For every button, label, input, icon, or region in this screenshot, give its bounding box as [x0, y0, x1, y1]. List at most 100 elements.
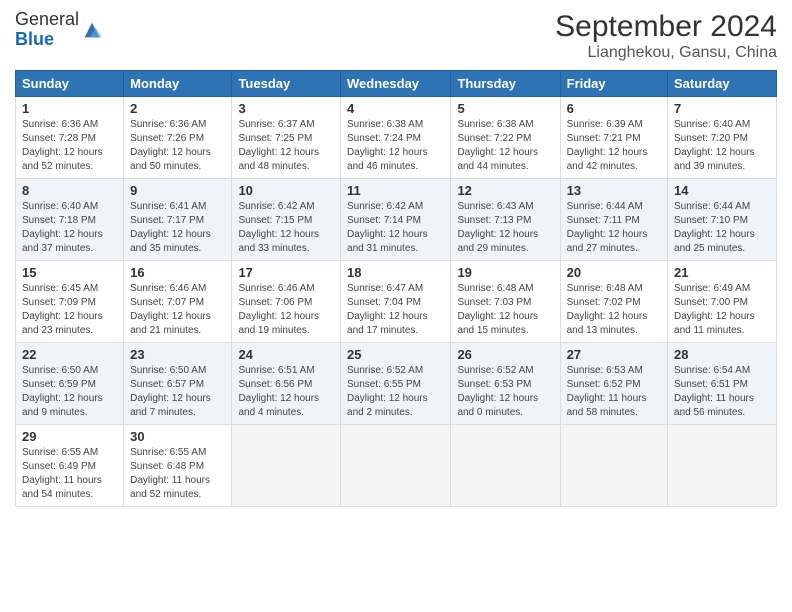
table-row: 10Sunrise: 6:42 AM Sunset: 7:15 PM Dayli…	[232, 179, 341, 261]
calendar-week-row: 1 Sunrise: 6:36 AM Sunset: 7:28 PM Daylig…	[16, 97, 777, 179]
logo-icon	[81, 19, 103, 41]
col-thursday: Thursday	[451, 71, 560, 97]
calendar-week-row: 8 Sunrise: 6:40 AM Sunset: 7:18 PM Daylig…	[16, 179, 777, 261]
col-tuesday: Tuesday	[232, 71, 341, 97]
day-info: Sunrise: 6:37 AM Sunset: 7:25 PM Dayligh…	[238, 118, 334, 174]
col-friday: Friday	[560, 71, 667, 97]
day-info: Sunrise: 6:40 AM Sunset: 7:18 PM Dayligh…	[22, 200, 117, 256]
day-number: 30	[130, 429, 225, 444]
day-info: Sunrise: 6:48 AM Sunset: 7:02 PM Dayligh…	[567, 282, 661, 338]
calendar: Sunday Monday Tuesday Wednesday Thursday…	[15, 70, 777, 507]
day-info: Sunrise: 6:46 AM Sunset: 7:07 PM Dayligh…	[130, 282, 225, 338]
day-number: 2	[130, 101, 225, 116]
day-number: 16	[130, 265, 225, 280]
day-number: 13	[567, 183, 661, 198]
day-info: Sunrise: 6:39 AM Sunset: 7:21 PM Dayligh…	[567, 118, 661, 174]
table-row: 12Sunrise: 6:43 AM Sunset: 7:13 PM Dayli…	[451, 179, 560, 261]
table-row: 27Sunrise: 6:53 AM Sunset: 6:52 PM Dayli…	[560, 343, 667, 425]
table-row: 25Sunrise: 6:52 AM Sunset: 6:55 PM Dayli…	[341, 343, 451, 425]
day-number: 22	[22, 347, 117, 362]
day-number: 21	[674, 265, 770, 280]
day-info: Sunrise: 6:45 AM Sunset: 7:09 PM Dayligh…	[22, 282, 117, 338]
day-number: 4	[347, 101, 444, 116]
day-info: Sunrise: 6:51 AM Sunset: 6:56 PM Dayligh…	[238, 364, 334, 420]
day-number: 18	[347, 265, 444, 280]
day-number: 29	[22, 429, 117, 444]
day-number: 19	[457, 265, 553, 280]
table-row: 21 Sunrise: 6:49 AM Sunset: 7:00 PM Dayli…	[668, 261, 777, 343]
table-row	[451, 425, 560, 507]
day-info: Sunrise: 6:55 AM Sunset: 6:48 PM Dayligh…	[130, 446, 225, 502]
day-info: Sunrise: 6:48 AM Sunset: 7:03 PM Dayligh…	[457, 282, 553, 338]
table-row: 22 Sunrise: 6:50 AM Sunset: 6:59 PM Dayli…	[16, 343, 124, 425]
day-info: Sunrise: 6:42 AM Sunset: 7:15 PM Dayligh…	[238, 200, 334, 256]
calendar-header-row: Sunday Monday Tuesday Wednesday Thursday…	[16, 71, 777, 97]
day-info: Sunrise: 6:43 AM Sunset: 7:13 PM Dayligh…	[457, 200, 553, 256]
day-number: 3	[238, 101, 334, 116]
table-row: 8 Sunrise: 6:40 AM Sunset: 7:18 PM Daylig…	[16, 179, 124, 261]
day-info: Sunrise: 6:47 AM Sunset: 7:04 PM Dayligh…	[347, 282, 444, 338]
day-number: 24	[238, 347, 334, 362]
col-sunday: Sunday	[16, 71, 124, 97]
col-saturday: Saturday	[668, 71, 777, 97]
table-row: 20 Sunrise: 6:48 AM Sunset: 7:02 PM Dayli…	[560, 261, 667, 343]
day-number: 7	[674, 101, 770, 116]
table-row: 11 Sunrise: 6:42 AM Sunset: 7:14 PM Dayli…	[341, 179, 451, 261]
month-year: September 2024	[555, 10, 777, 44]
title-section: September 2024 Lianghekou, Gansu, China	[555, 10, 777, 62]
calendar-week-row: 22 Sunrise: 6:50 AM Sunset: 6:59 PM Dayli…	[16, 343, 777, 425]
table-row: 14 Sunrise: 6:44 AM Sunset: 7:10 PM Dayli…	[668, 179, 777, 261]
table-row: 7Sunrise: 6:40 AM Sunset: 7:20 PM Daylig…	[668, 97, 777, 179]
col-monday: Monday	[124, 71, 232, 97]
main-container: General Blue September 2024 Lianghekou, …	[0, 0, 792, 517]
day-number: 11	[347, 183, 444, 198]
calendar-week-row: 29Sunrise: 6:55 AM Sunset: 6:49 PM Dayli…	[16, 425, 777, 507]
header: General Blue September 2024 Lianghekou, …	[15, 10, 777, 62]
calendar-week-row: 15 Sunrise: 6:45 AM Sunset: 7:09 PM Dayli…	[16, 261, 777, 343]
table-row: 15 Sunrise: 6:45 AM Sunset: 7:09 PM Dayli…	[16, 261, 124, 343]
table-row: 2 Sunrise: 6:36 AM Sunset: 7:26 PM Daylig…	[124, 97, 232, 179]
day-number: 28	[674, 347, 770, 362]
table-row: 16 Sunrise: 6:46 AM Sunset: 7:07 PM Dayli…	[124, 261, 232, 343]
logo: General Blue	[15, 10, 103, 50]
day-info: Sunrise: 6:38 AM Sunset: 7:24 PM Dayligh…	[347, 118, 444, 174]
table-row: 19 Sunrise: 6:48 AM Sunset: 7:03 PM Dayli…	[451, 261, 560, 343]
day-number: 23	[130, 347, 225, 362]
day-number: 5	[457, 101, 553, 116]
day-info: Sunrise: 6:42 AM Sunset: 7:14 PM Dayligh…	[347, 200, 444, 256]
day-number: 6	[567, 101, 661, 116]
table-row	[560, 425, 667, 507]
table-row: 18 Sunrise: 6:47 AM Sunset: 7:04 PM Dayli…	[341, 261, 451, 343]
table-row: 9Sunrise: 6:41 AM Sunset: 7:17 PM Daylig…	[124, 179, 232, 261]
table-row	[232, 425, 341, 507]
table-row	[668, 425, 777, 507]
table-row: 13Sunrise: 6:44 AM Sunset: 7:11 PM Dayli…	[560, 179, 667, 261]
day-number: 1	[22, 101, 117, 116]
day-info: Sunrise: 6:49 AM Sunset: 7:00 PM Dayligh…	[674, 282, 770, 338]
table-row: 26Sunrise: 6:52 AM Sunset: 6:53 PM Dayli…	[451, 343, 560, 425]
table-row: 28Sunrise: 6:54 AM Sunset: 6:51 PM Dayli…	[668, 343, 777, 425]
day-info: Sunrise: 6:36 AM Sunset: 7:28 PM Dayligh…	[22, 118, 117, 174]
table-row: 17Sunrise: 6:46 AM Sunset: 7:06 PM Dayli…	[232, 261, 341, 343]
day-info: Sunrise: 6:50 AM Sunset: 6:59 PM Dayligh…	[22, 364, 117, 420]
day-info: Sunrise: 6:44 AM Sunset: 7:10 PM Dayligh…	[674, 200, 770, 256]
day-info: Sunrise: 6:36 AM Sunset: 7:26 PM Dayligh…	[130, 118, 225, 174]
day-number: 15	[22, 265, 117, 280]
day-info: Sunrise: 6:53 AM Sunset: 6:52 PM Dayligh…	[567, 364, 661, 420]
logo-general: General	[15, 10, 79, 30]
logo-blue: Blue	[15, 30, 79, 50]
day-info: Sunrise: 6:46 AM Sunset: 7:06 PM Dayligh…	[238, 282, 334, 338]
logo-text: General Blue	[15, 10, 79, 50]
col-wednesday: Wednesday	[341, 71, 451, 97]
table-row: 3 Sunrise: 6:37 AM Sunset: 7:25 PM Daylig…	[232, 97, 341, 179]
table-row	[341, 425, 451, 507]
location: Lianghekou, Gansu, China	[555, 44, 777, 62]
day-number: 8	[22, 183, 117, 198]
day-number: 9	[130, 183, 225, 198]
table-row: 4 Sunrise: 6:38 AM Sunset: 7:24 PM Daylig…	[341, 97, 451, 179]
day-number: 14	[674, 183, 770, 198]
day-info: Sunrise: 6:38 AM Sunset: 7:22 PM Dayligh…	[457, 118, 553, 174]
table-row: 23Sunrise: 6:50 AM Sunset: 6:57 PM Dayli…	[124, 343, 232, 425]
day-number: 20	[567, 265, 661, 280]
table-row: 6 Sunrise: 6:39 AM Sunset: 7:21 PM Daylig…	[560, 97, 667, 179]
